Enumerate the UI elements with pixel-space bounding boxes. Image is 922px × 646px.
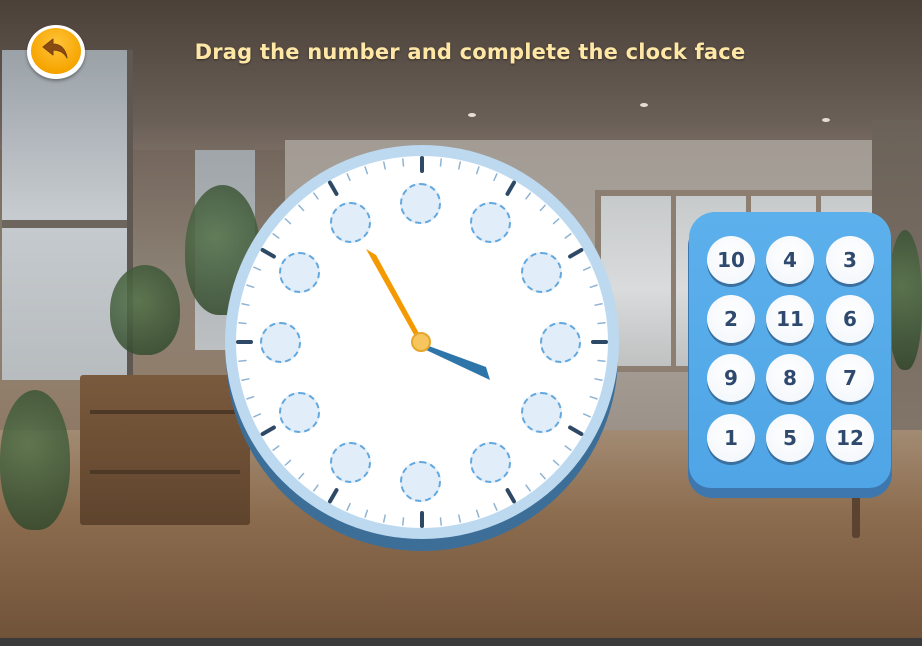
number-panel: 10 4 3 2 11 6 9 8 7 1 5 12 [688, 212, 892, 498]
number-tile[interactable]: 1 [707, 414, 755, 462]
number-tile[interactable]: 9 [707, 354, 755, 402]
number-tile[interactable]: 4 [766, 236, 814, 284]
minute-tick [597, 359, 606, 362]
minute-tick [238, 359, 247, 362]
ceiling-light [822, 118, 830, 122]
minute-tick [402, 158, 405, 167]
minute-tick [597, 322, 606, 325]
clock-center-pin [411, 332, 431, 352]
plant-shelf [110, 265, 180, 355]
slot-8[interactable] [279, 392, 320, 433]
ceiling-light [468, 113, 476, 117]
slot-12[interactable] [400, 183, 441, 224]
plant-floor [0, 390, 70, 530]
undo-arrow-icon [42, 38, 68, 59]
number-tile[interactable]: 11 [766, 295, 814, 343]
number-tile[interactable]: 7 [826, 354, 874, 402]
plant-right [888, 230, 922, 370]
back-button[interactable] [27, 25, 85, 79]
minute-tick [238, 322, 247, 325]
slot-5[interactable] [470, 442, 511, 483]
slot-7[interactable] [330, 442, 371, 483]
slot-11[interactable] [330, 202, 371, 243]
slot-9[interactable] [260, 322, 301, 363]
slot-3[interactable] [540, 322, 581, 363]
number-tile[interactable]: 5 [766, 414, 814, 462]
number-tile[interactable]: 6 [826, 295, 874, 343]
ceiling-light [640, 103, 648, 107]
bottom-border [0, 638, 922, 646]
slot-10[interactable] [279, 252, 320, 293]
number-tile[interactable]: 2 [707, 295, 755, 343]
slot-6[interactable] [400, 461, 441, 502]
minute-tick [439, 517, 442, 526]
number-tile[interactable]: 12 [826, 414, 874, 462]
ceiling [0, 0, 922, 150]
number-tile[interactable]: 10 [707, 236, 755, 284]
clock-face [222, 143, 622, 555]
slot-2[interactable] [521, 252, 562, 293]
instruction-title: Drag the number and complete the clock f… [194, 40, 746, 64]
number-tile[interactable]: 8 [766, 354, 814, 402]
slot-1[interactable] [470, 202, 511, 243]
minute-tick [439, 158, 442, 167]
minute-tick [402, 517, 405, 526]
slot-4[interactable] [521, 392, 562, 433]
number-tile[interactable]: 3 [826, 236, 874, 284]
